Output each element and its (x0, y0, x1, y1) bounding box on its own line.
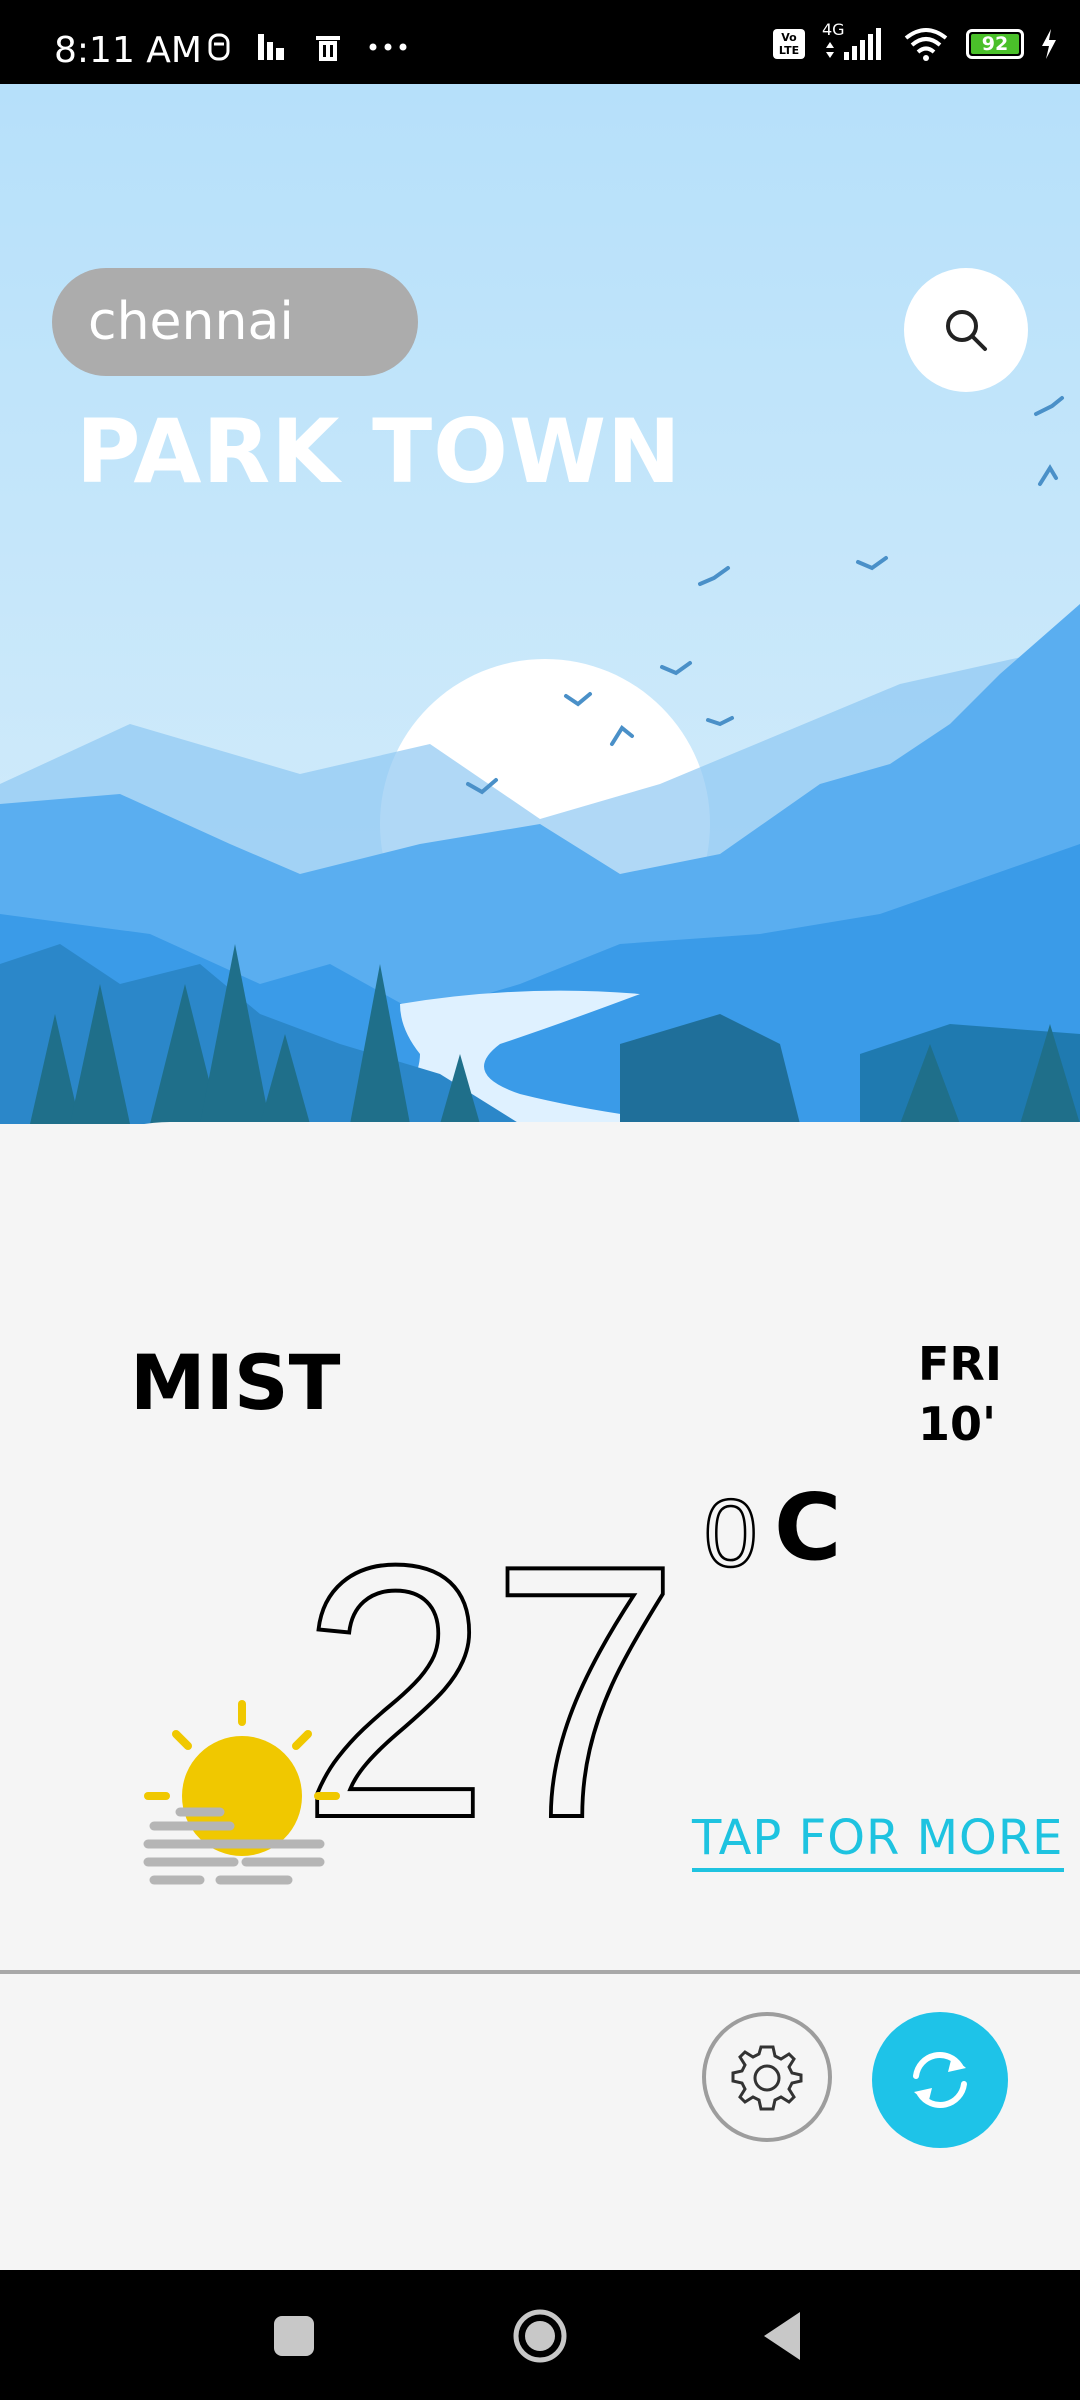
tap-for-more-link[interactable]: TAP FOR MORE (692, 1810, 1064, 1872)
recents-button[interactable] (272, 2314, 316, 2358)
date-label: 10' (918, 1397, 997, 1451)
battery-icon: 92 (966, 29, 1024, 59)
location-name: PARK TOWN (76, 400, 682, 503)
search-input[interactable] (52, 268, 418, 376)
gear-icon (731, 2045, 803, 2111)
system-icons: Vo LTE 4G 92 (772, 20, 1058, 62)
weather-condition: MIST (130, 1338, 341, 1427)
svg-text:LTE: LTE (779, 44, 799, 57)
temperature-value: 27 (300, 1496, 680, 1836)
day-label: FRI (918, 1337, 1002, 1391)
notification-app-icon (208, 33, 230, 61)
search-icon (946, 310, 987, 351)
degree-symbol: 0 (703, 1486, 759, 1576)
hero-illustration (0, 84, 1080, 1124)
degree-symbol-text: 0 (704, 1486, 757, 1576)
settings-button[interactable] (702, 2012, 832, 2142)
refresh-icon (913, 2051, 967, 2109)
day-date: FRI 10' (918, 1334, 1002, 1454)
svg-text:Vo: Vo (781, 31, 797, 44)
notification-icons (208, 32, 408, 62)
signal-icon (826, 28, 881, 60)
trash-icon (316, 36, 340, 61)
charging-icon (1042, 29, 1056, 59)
landscape-illustration (0, 84, 1080, 1124)
sun-mist-icon (143, 1700, 340, 1885)
stats-icon (258, 34, 284, 60)
divider (0, 1970, 1080, 1974)
back-button[interactable] (760, 2310, 804, 2362)
refresh-button[interactable] (872, 2012, 1008, 2148)
navigation-bar (0, 2270, 1080, 2400)
status-time: 8:11 AM (54, 30, 202, 71)
more-dots-icon (369, 43, 407, 51)
wifi-icon (904, 28, 948, 61)
search-button[interactable] (904, 268, 1028, 392)
temperature-unit: C (774, 1474, 842, 1581)
volte-icon: VoLTE (773, 29, 805, 59)
battery-level: 92 (981, 33, 1009, 55)
home-button[interactable] (510, 2306, 570, 2366)
temperature-display: 27 (300, 1496, 682, 1836)
network-4g: 4G (822, 20, 886, 62)
status-bar: 8:11 AM Vo LTE 4G 92 (0, 0, 1080, 84)
